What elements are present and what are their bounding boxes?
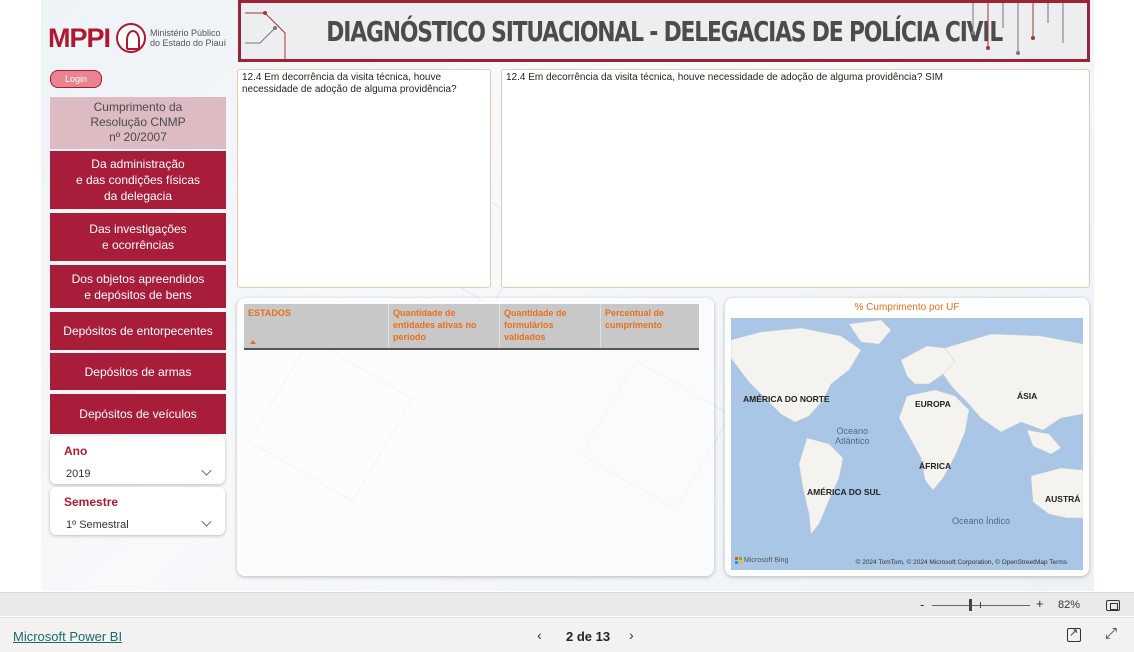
year-value[interactable]: 2019	[66, 468, 90, 480]
nav-investigations-button[interactable]: Das investigações e ocorrências	[50, 213, 226, 261]
answer-card[interactable]: 12.4 Em decorrência da visita técnica, h…	[501, 69, 1090, 288]
microsoft-logo-icon	[735, 557, 742, 564]
map-label-asia: ÁSIA	[1017, 391, 1038, 401]
map-provider: Microsoft Bing	[744, 557, 789, 564]
next-page-button[interactable]: ›	[629, 627, 634, 643]
zoom-bar: - + 82%	[0, 592, 1134, 616]
footer-bar: Microsoft Power BI ‹ 2 de 13 › ⤢	[0, 617, 1134, 652]
nav-vehicles-button[interactable]: Depósitos de veículos	[50, 394, 226, 434]
power-bi-link[interactable]: Microsoft Power BI	[13, 629, 122, 644]
zoom-out-button[interactable]: -	[920, 597, 924, 612]
page-title: DIAGNÓSTICO SITUACIONAL - DELEGACIAS DE …	[326, 14, 1003, 48]
map-label-africa: ÁFRICA	[919, 461, 952, 471]
mppi-logo: MPPI Ministério Público do Estado do Pia…	[48, 20, 234, 56]
semester-label: Semestre	[64, 495, 119, 509]
logo-line-2: do Estado do Piauí	[150, 38, 227, 48]
table-header: ESTADOS Quantidade de entidades ativas n…	[244, 304, 699, 350]
map-title: % Cumprimento por UF	[854, 302, 960, 313]
column-header-percent[interactable]: Percentual de cumprimento	[601, 304, 699, 348]
logo-text: Ministério Público do Estado do Piauí	[150, 28, 226, 48]
map-label-north-america: AMÉRICA DO NORTE	[743, 394, 830, 404]
states-table[interactable]: ESTADOS Quantidade de entidades ativas n…	[237, 298, 714, 576]
column-header-states[interactable]: ESTADOS	[244, 304, 389, 348]
zoom-slider-track[interactable]	[932, 605, 1030, 606]
powerbi-viewer: MPPI Ministério Público do Estado do Pia…	[0, 0, 1134, 652]
nav-administration-button[interactable]: Da administração e das condições físicas…	[50, 151, 226, 209]
login-button[interactable]: Login	[50, 70, 102, 88]
map-attribution[interactable]: © 2024 TomTom, © 2024 Microsoft Corporat…	[856, 559, 1067, 566]
logo-mark: MPPI	[48, 22, 111, 53]
world-map-land	[731, 319, 1083, 535]
chevron-down-icon[interactable]	[201, 516, 212, 527]
world-map[interactable]: AMÉRICA DO NORTE EUROPA ÁSIA Oceano Atlâ…	[731, 318, 1083, 570]
answer-text: 12.4 Em decorrência da visita técnica, h…	[506, 72, 943, 83]
semester-value[interactable]: 1º Semestral	[66, 519, 129, 531]
page-indicator: 2 de 13	[566, 629, 611, 644]
map-label-australia: AUSTRÁ	[1045, 494, 1081, 504]
zoom-slider-thumb[interactable]	[969, 599, 972, 611]
zoom-slider-tick	[980, 602, 981, 608]
nav-narcotics-button[interactable]: Depósitos de entorpecentes	[50, 312, 226, 350]
report-canvas: MPPI Ministério Público do Estado do Pia…	[41, 0, 1094, 591]
semester-slicer[interactable]: Semestre 1º Semestral	[50, 487, 225, 535]
map-label-indian-ocean: Oceano Índico	[952, 516, 1011, 526]
bing-logo: Microsoft Bing	[735, 557, 788, 564]
nav-weapons-button[interactable]: Depósitos de armas	[50, 353, 226, 390]
map-label-atlantic: Oceano Atlântico	[835, 426, 870, 446]
map-label-europe: EUROPA	[915, 399, 951, 409]
circuit-decoration-icon	[971, 3, 1064, 55]
column-header-label: ESTADOS	[248, 308, 291, 318]
zoom-percent: 82%	[1058, 599, 1081, 611]
question-card[interactable]: 12.4 Em decorrência da visita técnica, h…	[237, 69, 491, 288]
map-label-south-america: AMÉRICA DO SUL	[807, 487, 881, 497]
sort-ascending-icon[interactable]	[250, 340, 256, 344]
year-label: Ano	[64, 444, 88, 458]
map-visual[interactable]: % Cumprimento por UF AMÉRICA DO NORTE EU…	[725, 298, 1089, 576]
chevron-down-icon[interactable]	[201, 465, 212, 476]
column-header-active-entities[interactable]: Quantidade de entidades ativas no períod…	[389, 304, 500, 348]
title-banner: DIAGNÓSTICO SITUACIONAL - DELEGACIAS DE …	[238, 0, 1090, 62]
share-icon[interactable]	[1067, 626, 1081, 642]
cnmp-resolution-tile[interactable]: Cumprimento da Resolução CNMP nº 20/2007	[50, 97, 226, 149]
logo-line-1: Ministério Público	[150, 28, 221, 38]
fit-to-page-icon[interactable]	[1106, 600, 1120, 611]
circuit-decoration-icon	[245, 11, 286, 59]
column-header-validated-forms[interactable]: Quantidade de formulários validados	[500, 304, 601, 348]
previous-page-button[interactable]: ‹	[537, 627, 542, 643]
fullscreen-icon[interactable]: ⤢	[1105, 625, 1117, 642]
nav-seized-objects-button[interactable]: Dos objetos apreendidos e depósitos de b…	[50, 265, 226, 308]
question-text: 12.4 Em decorrência da visita técnica, h…	[242, 72, 457, 95]
year-slicer[interactable]: Ano 2019	[50, 436, 225, 484]
zoom-in-button[interactable]: +	[1036, 596, 1044, 611]
seal-icon	[116, 23, 147, 53]
